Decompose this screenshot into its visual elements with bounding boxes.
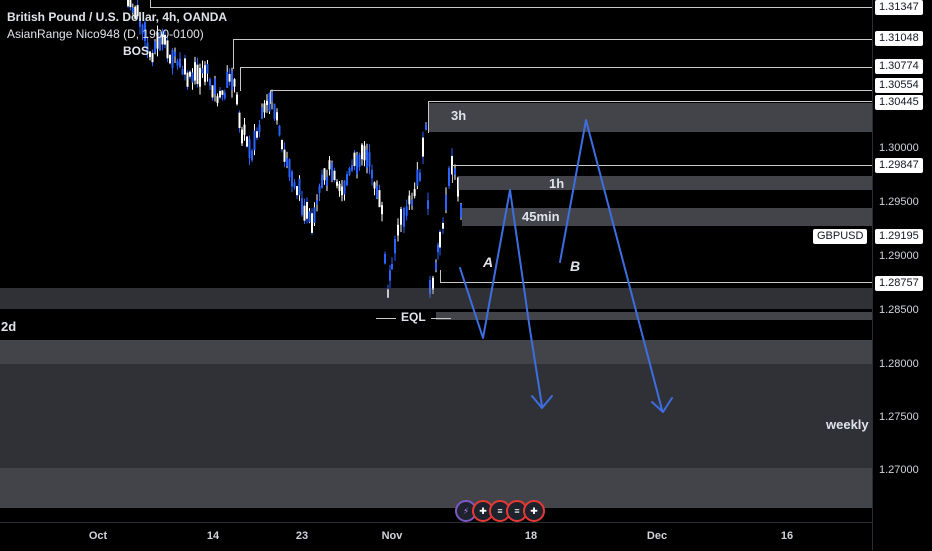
- price-level-1: 1.31347: [875, 0, 923, 15]
- time-tick-oct: Oct: [88, 530, 108, 542]
- current-price-label: 1.29195: [875, 229, 923, 244]
- price-tick-2: 1.29500: [879, 196, 919, 208]
- price-level-6: 1.29847: [875, 158, 923, 173]
- price-tick-6: 1.27500: [879, 411, 919, 423]
- zone-label-45min: 45min: [522, 209, 560, 224]
- price-tick-7: 1.27000: [879, 464, 919, 476]
- time-tick-nov: Nov: [381, 530, 403, 542]
- price-tick-5: 1.28000: [879, 358, 919, 370]
- time-tick-23: 23: [295, 530, 309, 542]
- symbol-label: GBPUSD: [813, 229, 868, 244]
- label-a: A: [483, 254, 494, 270]
- price-level-4: 1.30554: [875, 78, 923, 93]
- time-tick-dec: Dec: [646, 530, 668, 542]
- bos-label: BOS: [123, 44, 150, 58]
- eql-label: EQL: [401, 310, 426, 324]
- projection-arrows: [459, 119, 673, 413]
- price-tick-4: 1.28500: [879, 304, 919, 316]
- zone-label-weekly: weekly: [826, 417, 869, 432]
- price-level-7: 1.28757: [875, 276, 923, 291]
- time-tick-18: 18: [524, 530, 538, 542]
- price-level-3: 1.30774: [875, 59, 923, 74]
- time-tick-14: 14: [206, 530, 220, 542]
- price-axis[interactable]: 1.31347 1.31048 1.30774 1.30554 1.30445 …: [813, 0, 932, 550]
- time-tick-16: 16: [780, 530, 794, 542]
- arrow-head-b: [651, 397, 673, 413]
- news-icons[interactable]: ⚡ ✚ ≡ ≡ ✚: [455, 500, 545, 522]
- indicator-legend[interactable]: AsianRange Nico948 (D, 1900-0100): [7, 27, 204, 41]
- zone-label-3h: 3h: [451, 108, 467, 123]
- uk-flag-icon[interactable]: ✚: [523, 500, 545, 522]
- chart-area[interactable]: 3h 1h 45min 2d weekly BOS EQL A B Britis…: [0, 0, 872, 522]
- price-tick-1: 1.30000: [879, 142, 919, 154]
- time-axis[interactable]: Oct 14 23 Nov 18 Dec 16: [0, 522, 872, 551]
- price-tick-3: 1.29000: [879, 250, 919, 262]
- zone-label-1h: 1h: [549, 176, 565, 191]
- price-level-2: 1.31048: [875, 31, 923, 46]
- price-level-5: 1.30445: [875, 95, 923, 110]
- chart-title[interactable]: British Pound / U.S. Dollar, 4h, OANDA: [7, 10, 227, 24]
- zone-label-2d: 2d: [1, 319, 17, 334]
- label-b: B: [570, 258, 581, 274]
